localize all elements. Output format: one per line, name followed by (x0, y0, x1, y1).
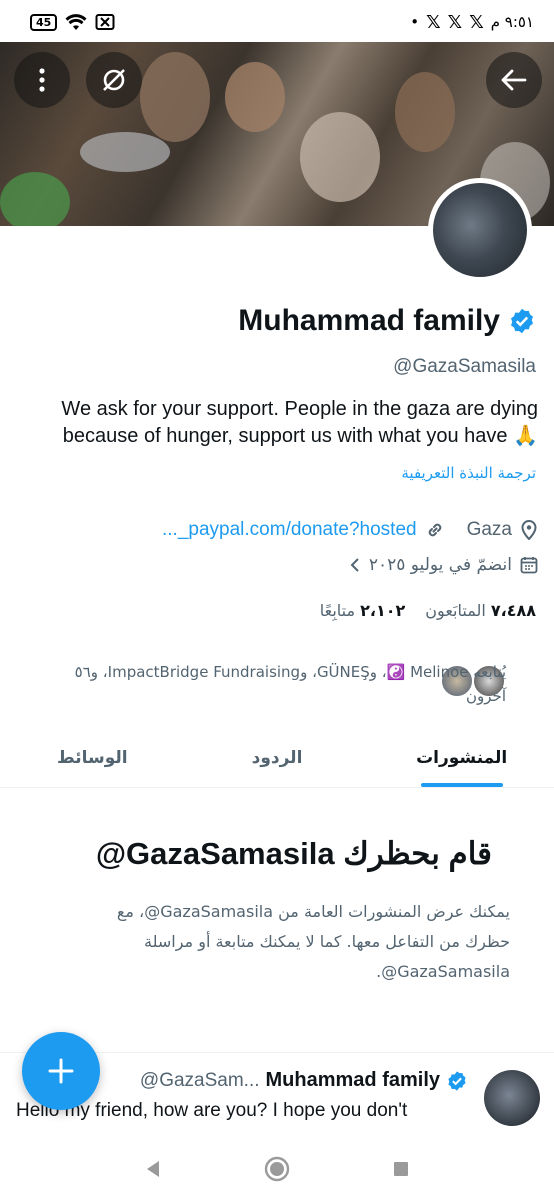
tab-label: الردود (251, 747, 303, 768)
profile-joined: انضمّ في يوليو ٢٠٢٥ (368, 555, 512, 575)
blocked-title: قام بحظرك GazaSamasila@ (95, 836, 492, 871)
tab-label: الوسائط (57, 747, 128, 768)
verified-badge-icon (448, 1070, 466, 1091)
profile-link[interactable]: paypal.com/donate?hosted_... (162, 519, 417, 541)
profile-name-row: Muhammad family (238, 304, 536, 338)
calendar-icon (520, 557, 538, 574)
plus-icon (48, 1058, 74, 1084)
chevron-left-icon[interactable] (349, 557, 361, 573)
tab-posts[interactable]: المنشورات (369, 728, 554, 787)
tweet-header: @GazaSam... Muhammad family (140, 1069, 468, 1092)
grok-button[interactable] (86, 52, 142, 108)
tweet-handle: @GazaSam... (139, 1069, 260, 1091)
arrow-back-icon (501, 69, 527, 91)
profile-tabs: المنشورات الردود الوسائط (0, 728, 554, 788)
tab-media[interactable]: الوسائط (0, 728, 185, 787)
more-options-button[interactable] (14, 52, 70, 108)
tab-replies[interactable]: الردود (185, 728, 370, 787)
nav-back-icon[interactable] (143, 1159, 163, 1179)
following-label: متابِعًا (319, 601, 356, 620)
system-nav-bar (0, 1138, 554, 1200)
link-icon (428, 523, 441, 537)
following-count: ٢،١٠٢ (360, 601, 406, 620)
tab-active-indicator (420, 783, 503, 787)
profile-avatar[interactable] (428, 178, 532, 282)
nav-home-icon[interactable] (263, 1155, 291, 1183)
following-count-link[interactable]: ٢،١٠٢ متابِعًا (320, 601, 406, 620)
tweet-avatar[interactable] (484, 1070, 540, 1126)
profile-location: Gaza (466, 519, 512, 540)
translate-bio-link[interactable]: ترجمة النبذة التعريفية (401, 464, 536, 482)
profile-joined-row: انضمّ في يوليو ٢٠٢٥ (349, 555, 538, 575)
status-dot: • (410, 13, 420, 31)
followers-count: ٧،٤٨٨ (490, 601, 536, 620)
tweet-text[interactable]: Hello my friend, how are you? I hope you… (16, 1098, 466, 1138)
battery-icon: 45 (30, 13, 58, 31)
blocked-description: يمكنك عرض المنشورات العامة من GazaSamasi… (116, 902, 510, 981)
compose-post-button[interactable] (22, 1032, 100, 1110)
nav-recents-icon[interactable] (391, 1159, 411, 1179)
follow-counts: ٧،٤٨٨ المتابَعون ٢،١٠٢ متابِعًا (320, 601, 536, 620)
tab-label: المنشورات (416, 747, 508, 768)
no-sim-icon (95, 14, 115, 30)
status-bar-system-icons: 45 (30, 13, 115, 31)
status-time: ٩:٥١ م (490, 13, 534, 31)
x-logo-icon: 𝕏 (426, 11, 441, 33)
profile-meta-row: Gaza paypal.com/donate?hosted_... (162, 519, 538, 541)
followers-count-link[interactable]: ٧،٤٨٨ المتابَعون (425, 601, 536, 620)
status-bar-notifications: • 𝕏 𝕏 𝕏 ٩:٥١ م (410, 12, 534, 33)
profile-bio: We ask for your support. People in the g… (61, 398, 538, 447)
location-pin-icon (521, 520, 537, 540)
followers-label: المتابَعون (425, 601, 486, 620)
profile-handle: @GazaSamasila (393, 356, 536, 377)
followed-by-text[interactable]: يُتابعه Melinoe ☯️، وGÜNEŞ، وImpactBridg… (66, 660, 506, 708)
tweet-author-name[interactable]: Muhammad family (266, 1069, 440, 1092)
profile-name: Muhammad family (238, 304, 500, 337)
back-button[interactable] (486, 52, 542, 108)
status-bar: 45 • 𝕏 𝕏 𝕏 ٩:٥١ م (0, 0, 554, 44)
more-vertical-icon (39, 68, 45, 92)
x-logo-icon: 𝕏 (469, 11, 484, 33)
wifi-icon (65, 14, 87, 30)
x-logo-icon: 𝕏 (447, 11, 463, 33)
grok-icon (103, 69, 125, 91)
verified-badge-icon[interactable] (508, 307, 536, 335)
